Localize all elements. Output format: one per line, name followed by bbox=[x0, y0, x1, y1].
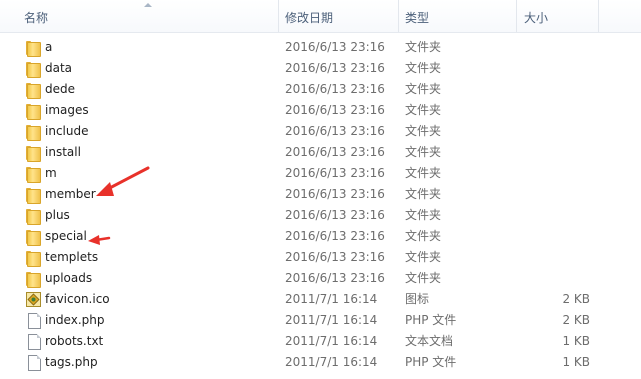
column-divider[interactable] bbox=[278, 0, 279, 32]
file-row[interactable]: plus 2016/6/13 23:16 文件夹 bbox=[0, 205, 641, 226]
file-type: 文件夹 bbox=[405, 166, 442, 180]
file-modified-date: 2016/6/13 23:16 bbox=[285, 124, 385, 138]
file-type: 文件夹 bbox=[405, 103, 442, 117]
file-row[interactable]: favicon.ico 2011/7/1 16:14 图标 2 KB bbox=[0, 289, 641, 310]
file-row[interactable]: member 2016/6/13 23:16 文件夹 bbox=[0, 184, 641, 205]
folder-icon bbox=[26, 229, 42, 246]
folder-icon bbox=[26, 250, 42, 267]
file-modified-date: 2016/6/13 23:16 bbox=[285, 229, 385, 243]
file-type: 文件夹 bbox=[405, 145, 442, 159]
file-modified-date: 2016/6/13 23:16 bbox=[285, 187, 385, 201]
folder-icon bbox=[26, 82, 42, 99]
file-row[interactable]: index.php 2011/7/1 16:14 PHP 文件 2 KB bbox=[0, 310, 641, 331]
file-type: 文件夹 bbox=[405, 229, 442, 243]
file-type: 文本文档 bbox=[405, 334, 454, 348]
file-size: 2 KB bbox=[562, 313, 590, 327]
file-row[interactable]: a 2016/6/13 23:16 文件夹 bbox=[0, 37, 641, 58]
file-type: 图标 bbox=[405, 292, 430, 306]
file-type: PHP 文件 bbox=[405, 355, 457, 369]
file-name: plus bbox=[45, 208, 70, 222]
file-row[interactable]: images 2016/6/13 23:16 文件夹 bbox=[0, 100, 641, 121]
file-name: tags.php bbox=[45, 355, 98, 369]
file-name: dede bbox=[45, 82, 75, 96]
file-name: special bbox=[45, 229, 87, 243]
file-type: PHP 文件 bbox=[405, 313, 457, 327]
file-row[interactable]: install 2016/6/13 23:16 文件夹 bbox=[0, 142, 641, 163]
file-modified-date: 2011/7/1 16:14 bbox=[285, 313, 378, 327]
column-header-size[interactable]: 大小 bbox=[524, 10, 548, 26]
sort-ascending-icon bbox=[144, 3, 152, 7]
file-icon bbox=[26, 355, 42, 371]
file-modified-date: 2016/6/13 23:16 bbox=[285, 145, 385, 159]
file-modified-date: 2016/6/13 23:16 bbox=[285, 166, 385, 180]
file-size: 2 KB bbox=[562, 292, 590, 306]
file-row[interactable]: m 2016/6/13 23:16 文件夹 bbox=[0, 163, 641, 184]
file-row[interactable]: tags.php 2011/7/1 16:14 PHP 文件 1 KB bbox=[0, 352, 641, 373]
file-name: images bbox=[45, 103, 89, 117]
file-size: 1 KB bbox=[562, 334, 590, 348]
column-divider[interactable] bbox=[598, 0, 599, 32]
file-modified-date: 2016/6/13 23:16 bbox=[285, 61, 385, 75]
ico-file-icon bbox=[26, 292, 42, 307]
file-type: 文件夹 bbox=[405, 208, 442, 222]
file-modified-date: 2011/7/1 16:14 bbox=[285, 334, 378, 348]
folder-icon bbox=[26, 124, 42, 141]
file-type: 文件夹 bbox=[405, 124, 442, 138]
file-modified-date: 2016/6/13 23:16 bbox=[285, 40, 385, 54]
column-divider[interactable] bbox=[516, 0, 517, 32]
folder-icon bbox=[26, 271, 42, 288]
file-name: data bbox=[45, 61, 73, 75]
file-type: 文件夹 bbox=[405, 250, 442, 264]
column-divider[interactable] bbox=[398, 0, 399, 32]
file-icon bbox=[26, 334, 42, 350]
file-row[interactable]: include 2016/6/13 23:16 文件夹 bbox=[0, 121, 641, 142]
file-modified-date: 2011/7/1 16:14 bbox=[285, 355, 378, 369]
column-header-name[interactable]: 名称 bbox=[24, 10, 48, 26]
folder-icon bbox=[26, 40, 42, 57]
file-row[interactable]: robots.txt 2011/7/1 16:14 文本文档 1 KB bbox=[0, 331, 641, 352]
file-row[interactable]: uploads 2016/6/13 23:16 文件夹 bbox=[0, 268, 641, 289]
column-header-type[interactable]: 类型 bbox=[405, 10, 429, 26]
file-row[interactable]: special 2016/6/13 23:16 文件夹 bbox=[0, 226, 641, 247]
file-size: 1 KB bbox=[562, 355, 590, 369]
column-header-date[interactable]: 修改日期 bbox=[285, 10, 333, 26]
file-modified-date: 2016/6/13 23:16 bbox=[285, 103, 385, 117]
file-name: member bbox=[45, 187, 96, 201]
file-type: 文件夹 bbox=[405, 82, 442, 96]
file-modified-date: 2016/6/13 23:16 bbox=[285, 208, 385, 222]
file-modified-date: 2016/6/13 23:16 bbox=[285, 271, 385, 285]
file-type: 文件夹 bbox=[405, 40, 442, 54]
folder-icon bbox=[26, 103, 42, 120]
file-modified-date: 2011/7/1 16:14 bbox=[285, 292, 378, 306]
file-modified-date: 2016/6/13 23:16 bbox=[285, 250, 385, 264]
file-row[interactable]: dede 2016/6/13 23:16 文件夹 bbox=[0, 79, 641, 100]
file-type: 文件夹 bbox=[405, 61, 442, 75]
file-name: templets bbox=[45, 250, 99, 264]
folder-icon bbox=[26, 61, 42, 78]
file-modified-date: 2016/6/13 23:16 bbox=[285, 82, 385, 96]
file-row[interactable]: data 2016/6/13 23:16 文件夹 bbox=[0, 58, 641, 79]
file-name: include bbox=[45, 124, 89, 138]
folder-icon bbox=[26, 208, 42, 225]
column-header-bar: 名称 修改日期 类型 大小 bbox=[0, 0, 641, 33]
folder-icon bbox=[26, 145, 42, 162]
file-icon bbox=[26, 313, 42, 329]
file-type: 文件夹 bbox=[405, 187, 442, 201]
file-list: a 2016/6/13 23:16 文件夹 data 2016/6/13 23:16 文件… bbox=[0, 37, 641, 373]
file-name: m bbox=[45, 166, 57, 180]
file-name: a bbox=[45, 40, 53, 54]
file-name: index.php bbox=[45, 313, 105, 327]
file-name: uploads bbox=[45, 271, 93, 285]
file-row[interactable]: templets 2016/6/13 23:16 文件夹 bbox=[0, 247, 641, 268]
file-type: 文件夹 bbox=[405, 271, 442, 285]
file-name: robots.txt bbox=[45, 334, 104, 348]
file-name: install bbox=[45, 145, 81, 159]
folder-icon bbox=[26, 166, 42, 183]
file-name: favicon.ico bbox=[45, 292, 110, 306]
folder-icon bbox=[26, 187, 42, 204]
